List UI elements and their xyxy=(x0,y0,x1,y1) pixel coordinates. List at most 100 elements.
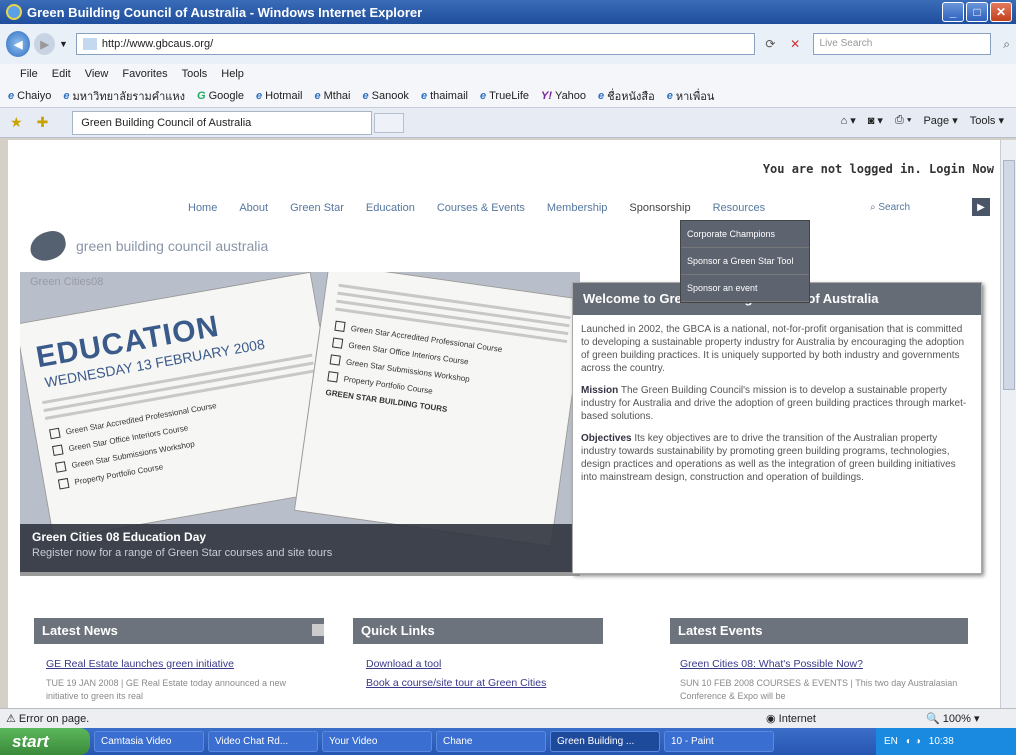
welcome-intro: Launched in 2002, the GBCA is a national… xyxy=(581,324,965,374)
menu-file[interactable]: File xyxy=(20,68,38,80)
quick-link-book-course[interactable]: Book a course/site tour at Green Cities xyxy=(366,677,596,690)
logo-leaf-icon xyxy=(27,228,69,264)
error-status[interactable]: ⚠ Error on page. xyxy=(6,712,766,725)
tools-menu[interactable]: Tools ▾ xyxy=(970,114,1004,127)
event-meta: SUN 10 FEB 2008 COURSES & EVENTS | This … xyxy=(680,678,958,701)
dropdown-item-corporate-champions[interactable]: Corporate Champions xyxy=(681,221,809,248)
add-favorites-icon[interactable]: ✚ xyxy=(37,114,49,131)
link-item[interactable]: e Sanook xyxy=(363,90,409,102)
search-input[interactable]: Live Search xyxy=(812,33,992,55)
nav-sponsorship[interactable]: Sponsorship xyxy=(629,202,690,214)
welcome-objectives: Objectives Its key objectives are to dri… xyxy=(581,432,973,484)
tray-icons[interactable]: ◐ ◑ xyxy=(906,736,921,747)
tab-bar: ★ ✚ Green Building Council of Australia … xyxy=(0,108,1016,138)
welcome-body: Launched in 2002, the GBCA is a national… xyxy=(573,315,981,501)
link-item[interactable]: Y! Yahoo xyxy=(541,90,586,102)
menu-favorites[interactable]: Favorites xyxy=(122,68,167,80)
menu-edit[interactable]: Edit xyxy=(52,68,71,80)
ie-link-icon: e xyxy=(256,89,263,102)
taskbar-item-active[interactable]: Green Building ... xyxy=(550,731,660,752)
vertical-scrollbar[interactable] xyxy=(1000,140,1016,708)
nav-green-star[interactable]: Green Star xyxy=(290,202,344,214)
home-icon[interactable]: ⌂ ▾ xyxy=(841,114,856,127)
window-title-bar: Green Building Council of Australia - Wi… xyxy=(0,0,1016,24)
link-item[interactable]: e หาเพื่อน xyxy=(667,87,715,105)
menu-view[interactable]: View xyxy=(85,68,109,80)
nav-resources[interactable]: Resources xyxy=(713,202,766,214)
status-bar: ⚠ Error on page. ◉ Internet 🔍 100% ▾ xyxy=(0,708,1016,728)
nav-courses-events[interactable]: Courses & Events xyxy=(437,202,525,214)
search-icon[interactable]: ⌕ xyxy=(997,37,1016,52)
taskbar-item[interactable]: Camtasia Video xyxy=(94,731,204,752)
refresh-icon[interactable]: ⟳ xyxy=(761,37,780,51)
start-button[interactable]: start xyxy=(0,728,90,755)
news-meta: TUE 19 JAN 2008 | GE Real Estate today a… xyxy=(46,678,286,701)
back-button[interactable]: ◀ xyxy=(6,31,31,57)
login-status[interactable]: You are not logged in. Login Now xyxy=(763,162,994,176)
favorites-star-icon[interactable]: ★ xyxy=(10,114,23,131)
taskbar-item[interactable]: Video Chat Rd... xyxy=(208,731,318,752)
print-icon[interactable]: ⎙ ▾ xyxy=(895,114,911,127)
hero-caption[interactable]: Green Cities 08 Education Day Register n… xyxy=(20,524,580,572)
nav-education[interactable]: Education xyxy=(366,202,415,214)
quick-link-download-tool[interactable]: Download a tool xyxy=(366,658,596,671)
clock: 10:38 xyxy=(928,736,954,747)
command-bar: ⌂ ▾ ◙ ▾ ⎙ ▾ Page ▾ Tools ▾ xyxy=(841,114,1005,127)
hero-caption-title: Green Cities 08 Education Day xyxy=(32,530,207,544)
menu-tools[interactable]: Tools xyxy=(182,68,208,80)
dropdown-item-sponsor-tool[interactable]: Sponsor a Green Star Tool xyxy=(681,248,809,275)
link-item[interactable]: e Chaiyo xyxy=(8,90,51,102)
site-logo[interactable]: green building council australia xyxy=(27,228,268,264)
hero-banner[interactable]: Green Cities08 EDUCATION WEDNESDAY 13 FE… xyxy=(20,272,580,572)
link-item[interactable]: e มหาวิทยาลัยรามคำแหง xyxy=(63,87,185,105)
rss-icon[interactable] xyxy=(312,624,324,636)
event-link[interactable]: Green Cities 08: What's Possible Now? xyxy=(680,658,970,671)
taskbar-item[interactable]: Your Video xyxy=(322,731,432,752)
zoom-level[interactable]: 🔍 100% ▾ xyxy=(926,712,1016,725)
link-item[interactable]: e TrueLife xyxy=(480,90,529,102)
menu-help[interactable]: Help xyxy=(221,68,244,80)
ie-link-icon: e xyxy=(479,89,487,102)
ie-link-icon: e xyxy=(314,89,321,102)
nav-about[interactable]: About xyxy=(239,202,268,214)
stop-icon[interactable]: ✕ xyxy=(786,37,805,51)
registration-flyer: Green Star Accredited Professional Cours… xyxy=(293,272,580,547)
recent-pages-dropdown-icon[interactable]: ▼ xyxy=(59,39,68,49)
minimize-button[interactable]: _ xyxy=(942,2,964,22)
play-icon[interactable]: ▶ xyxy=(972,198,990,216)
objectives-text: Its key objectives are to drive the tran… xyxy=(581,433,956,483)
internet-explorer-icon xyxy=(6,4,22,20)
link-item[interactable]: G Google xyxy=(197,90,244,102)
menu-bar: File Edit View Favorites Tools Help xyxy=(0,64,1016,84)
taskbar-item[interactable]: Chane xyxy=(436,731,546,752)
link-item[interactable]: e Mthai xyxy=(314,90,350,102)
new-tab-button[interactable] xyxy=(374,112,405,133)
address-bar[interactable]: http://www.gbcaus.org/ xyxy=(75,33,756,55)
close-button[interactable]: ✕ xyxy=(990,2,1012,22)
objectives-label: Objectives xyxy=(581,433,632,444)
ie-link-icon: e xyxy=(8,89,15,102)
page-menu[interactable]: Page ▾ xyxy=(923,114,957,127)
hero-caption-subtitle: Register now for a range of Green Star c… xyxy=(32,547,333,559)
tab-label: Green Building Council of Australia xyxy=(81,116,252,129)
tab-active[interactable]: Green Building Council of Australia xyxy=(72,110,373,135)
taskbar-item[interactable]: 10 - Paint xyxy=(664,731,774,752)
scrollbar-thumb[interactable] xyxy=(1003,160,1015,390)
feeds-icon[interactable]: ◙ ▾ xyxy=(868,114,883,127)
nav-home[interactable]: Home xyxy=(188,202,217,214)
forward-button[interactable]: ▶ xyxy=(34,33,55,55)
site-search-link[interactable]: ⌕ Search xyxy=(870,202,910,213)
ie-link-icon: e xyxy=(420,89,428,102)
link-item[interactable]: e Hotmail xyxy=(256,90,302,102)
ie-link-icon: e xyxy=(666,89,673,102)
nav-membership[interactable]: Membership xyxy=(547,202,608,214)
language-indicator[interactable]: EN xyxy=(884,736,898,747)
quick-links-heading: Quick Links xyxy=(353,618,603,644)
link-item[interactable]: e ชื่อหนังสือ xyxy=(598,87,655,105)
maximize-button[interactable]: □ xyxy=(966,2,988,22)
news-link[interactable]: GE Real Estate launches green initiative xyxy=(46,658,306,671)
dropdown-item-sponsor-event[interactable]: Sponsor an event xyxy=(681,275,809,302)
link-item[interactable]: e thaimail xyxy=(421,90,468,102)
window-controls: _ □ ✕ xyxy=(942,2,1012,22)
quick-links-column: Download a tool Book a course/site tour … xyxy=(366,658,596,696)
